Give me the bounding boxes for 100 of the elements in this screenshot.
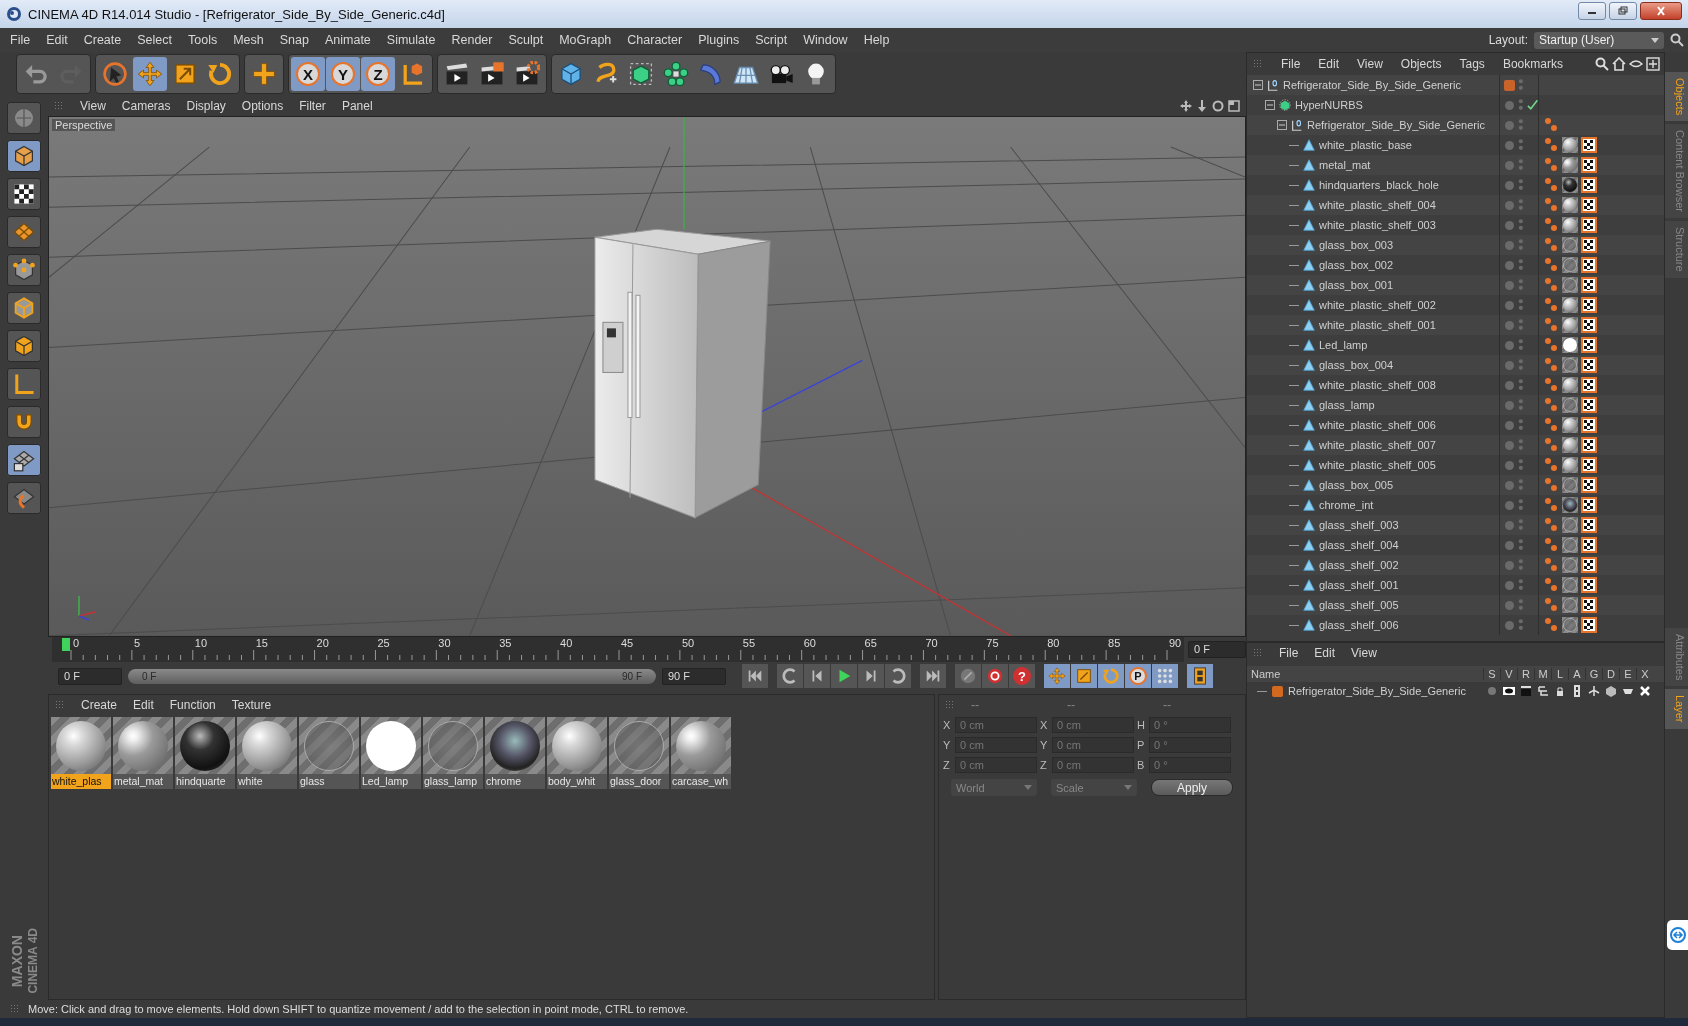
- object-name[interactable]: hindquarters_black_hole: [1319, 179, 1439, 191]
- goto-start-button[interactable]: [742, 664, 768, 688]
- phong-tag-icon[interactable]: [1543, 117, 1559, 133]
- visibility-dot[interactable]: [1505, 420, 1514, 430]
- column-header[interactable]: A: [1568, 668, 1585, 680]
- visibility-dot[interactable]: [1505, 220, 1514, 230]
- phong-tag-icon[interactable]: [1543, 417, 1559, 433]
- visibility-dot[interactable]: [1505, 280, 1514, 290]
- material-swatch[interactable]: carcase_wh: [671, 717, 731, 789]
- loop-button[interactable]: [885, 664, 911, 688]
- visibility-dot[interactable]: [1505, 240, 1514, 250]
- phong-tag-icon[interactable]: [1543, 517, 1559, 533]
- restore-button[interactable]: [1609, 2, 1637, 20]
- side-tab[interactable]: Objects: [1665, 72, 1688, 122]
- search-icon[interactable]: [1670, 33, 1684, 47]
- object-name[interactable]: glass_shelf_003: [1319, 519, 1399, 531]
- visibility-dot[interactable]: [1505, 560, 1514, 570]
- column-header[interactable]: S: [1483, 668, 1500, 680]
- render-dots-icon[interactable]: [1518, 298, 1524, 312]
- checker-tag-icon[interactable]: [1581, 177, 1597, 193]
- object-menu-item[interactable]: Tags: [1459, 57, 1485, 71]
- checker-tag-icon[interactable]: [1581, 257, 1597, 273]
- object-menu-item[interactable]: View: [1357, 57, 1383, 71]
- phong-tag-icon[interactable]: [1543, 257, 1559, 273]
- axis-tool-button[interactable]: X: [291, 57, 325, 91]
- collapse-toggle-icon[interactable]: [1277, 120, 1287, 130]
- object-name[interactable]: glass_shelf_002: [1319, 559, 1399, 571]
- start-frame-field[interactable]: 0 F: [58, 667, 122, 685]
- phong-tag-icon[interactable]: [1543, 577, 1559, 593]
- column-header[interactable]: L: [1551, 668, 1568, 680]
- search-icon[interactable]: [1595, 57, 1609, 71]
- phong-tag-icon[interactable]: [1543, 197, 1559, 213]
- menu-item[interactable]: Help: [863, 33, 890, 47]
- menu-item[interactable]: Render: [451, 33, 493, 47]
- checker-tag-icon[interactable]: [1581, 377, 1597, 393]
- object-name[interactable]: glass_box_003: [1319, 239, 1393, 251]
- material-swatch[interactable]: white: [237, 717, 297, 789]
- pan-arrows-icon[interactable]: [1180, 100, 1192, 112]
- menu-item[interactable]: Mesh: [233, 33, 264, 47]
- workplane-mode-button[interactable]: [7, 216, 41, 248]
- phong-tag-icon[interactable]: [1543, 597, 1559, 613]
- checker-tag-icon[interactable]: [1581, 277, 1597, 293]
- goto-end-button[interactable]: [920, 664, 946, 688]
- layout-dropdown[interactable]: Startup (User): [1534, 31, 1664, 49]
- render-dots-icon[interactable]: [1518, 338, 1524, 352]
- material-tag-preview[interactable]: [1562, 297, 1578, 313]
- material-swatch[interactable]: hindquarte: [175, 717, 235, 789]
- column-header[interactable]: E: [1619, 668, 1636, 680]
- phong-tag-icon[interactable]: [1543, 337, 1559, 353]
- visibility-dot[interactable]: [1505, 100, 1514, 110]
- phong-tag-icon[interactable]: [1543, 397, 1559, 413]
- checker-tag-icon[interactable]: [1581, 357, 1597, 373]
- visibility-dot[interactable]: [1505, 380, 1514, 390]
- visibility-dot[interactable]: [1505, 200, 1514, 210]
- material-swatch[interactable]: white_plas: [51, 717, 111, 789]
- column-header[interactable]: D: [1602, 668, 1619, 680]
- render-dots-icon[interactable]: [1518, 618, 1524, 632]
- checker-tag-icon[interactable]: [1581, 217, 1597, 233]
- render-dots-icon[interactable]: [1518, 378, 1524, 392]
- end-frame-field[interactable]: 90 F: [662, 667, 726, 685]
- column-header[interactable]: R: [1517, 668, 1534, 680]
- object-name[interactable]: glass_shelf_001: [1319, 579, 1399, 591]
- object-name[interactable]: glass_shelf_004: [1319, 539, 1399, 551]
- object-name[interactable]: white_plastic_shelf_005: [1319, 459, 1436, 471]
- render-dots-icon[interactable]: [1518, 258, 1524, 272]
- checker-tag-icon[interactable]: [1581, 477, 1597, 493]
- render-dots-icon[interactable]: [1518, 418, 1524, 432]
- phong-tag-icon[interactable]: [1543, 177, 1559, 193]
- render-dots-icon[interactable]: [1518, 118, 1524, 132]
- checker-tag-icon[interactable]: [1581, 597, 1597, 613]
- material-swatch[interactable]: glass: [299, 717, 359, 789]
- visibility-dot[interactable]: [1505, 580, 1514, 590]
- viewport-menu-item[interactable]: Display: [186, 99, 226, 113]
- phong-tag-icon[interactable]: [1543, 277, 1559, 293]
- object-name[interactable]: white_plastic_shelf_003: [1319, 219, 1436, 231]
- zoom-arrow-icon[interactable]: [1196, 100, 1208, 112]
- object-name[interactable]: glass_box_005: [1319, 479, 1393, 491]
- material-tag-preview[interactable]: [1562, 197, 1578, 213]
- visibility-dot[interactable]: [1505, 520, 1514, 530]
- phong-tag-icon[interactable]: [1543, 477, 1559, 493]
- menu-item[interactable]: Script: [755, 33, 788, 47]
- checker-tag-icon[interactable]: [1581, 577, 1597, 593]
- layer-menu-item[interactable]: File: [1279, 646, 1299, 660]
- material-menu-item[interactable]: Function: [169, 698, 216, 712]
- material-tag-preview[interactable]: [1562, 457, 1578, 473]
- record-button[interactable]: [982, 664, 1008, 688]
- phong-tag-icon[interactable]: [1543, 137, 1559, 153]
- phong-tag-icon[interactable]: [1543, 617, 1559, 633]
- phong-tag-icon[interactable]: [1543, 357, 1559, 373]
- playhead-marker[interactable]: [62, 638, 70, 651]
- object-name[interactable]: glass_shelf_006: [1319, 619, 1399, 631]
- menu-item[interactable]: Character: [627, 33, 683, 47]
- layer-color-swatch[interactable]: [1272, 685, 1283, 697]
- axis-tool-button[interactable]: Z: [361, 57, 395, 91]
- visibility-dot[interactable]: [1505, 360, 1514, 370]
- object-name[interactable]: HyperNURBS: [1295, 99, 1363, 111]
- render-dots-icon[interactable]: [1518, 78, 1524, 92]
- render-dots-icon[interactable]: [1518, 438, 1524, 452]
- key-points-button[interactable]: [1152, 664, 1178, 688]
- object-name[interactable]: white_plastic_shelf_007: [1319, 439, 1436, 451]
